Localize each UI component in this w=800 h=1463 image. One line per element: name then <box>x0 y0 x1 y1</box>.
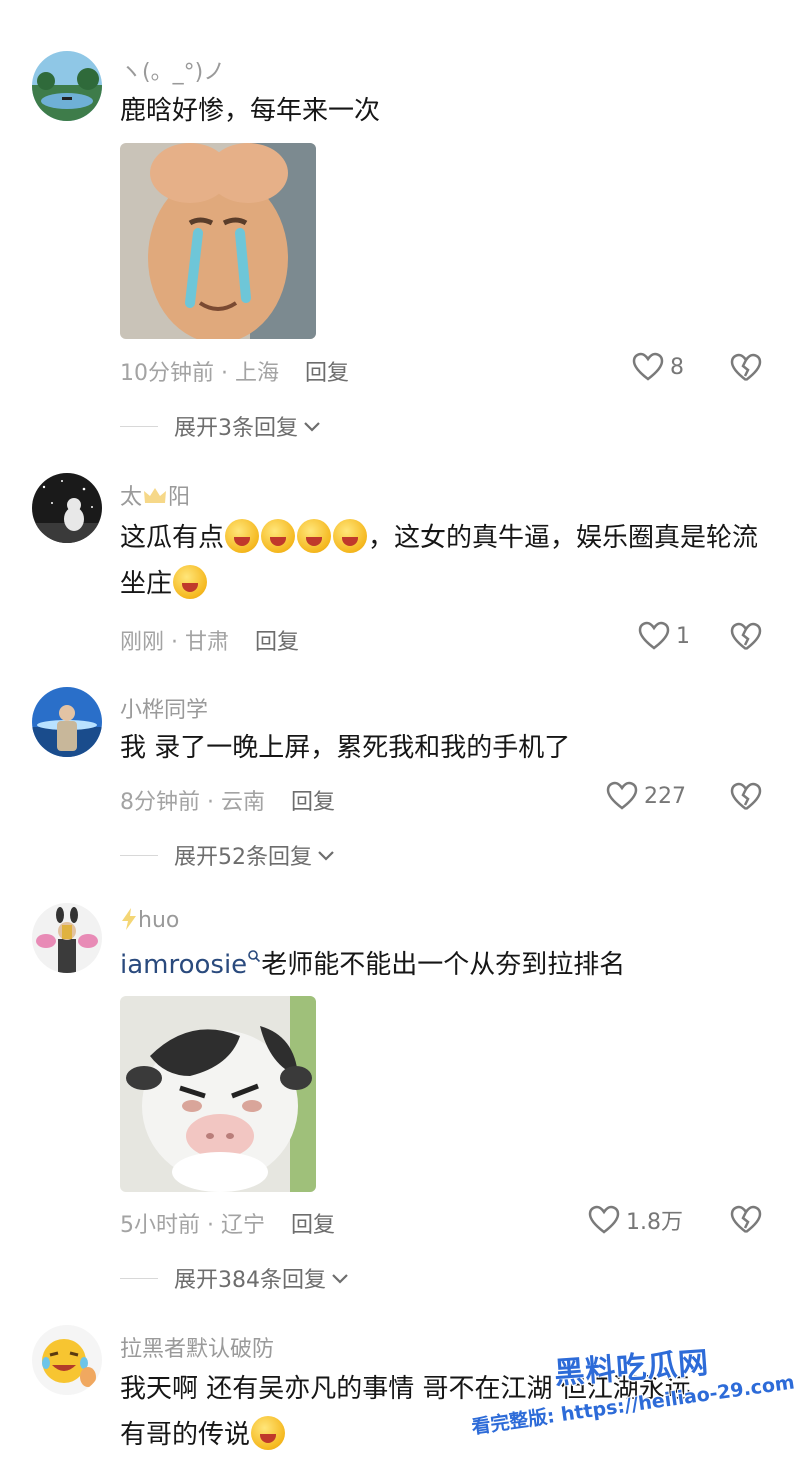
comment-text: 鹿晗好惨，每年来一次 <box>120 96 381 126</box>
username[interactable]: huo <box>120 907 179 933</box>
heart-icon <box>588 1205 620 1234</box>
avatar[interactable] <box>32 687 102 757</box>
crying-meme-sticker[interactable] <box>120 143 316 339</box>
avatar[interactable] <box>32 903 102 973</box>
expand-replies-button[interactable]: 展开52条回复 <box>120 839 336 871</box>
like-button[interactable]: 8 <box>632 352 684 382</box>
heart-icon <box>606 781 638 810</box>
reply-button[interactable]: 回复 <box>291 1213 335 1238</box>
comment-meta: 8分钟前 · 云南 回复 <box>120 784 335 816</box>
username[interactable]: ヽ(。_°)ノ <box>120 54 225 86</box>
like-button[interactable]: 1.8万 <box>588 1204 683 1236</box>
mention-link[interactable]: iamroosie <box>120 950 247 980</box>
like-count: 8 <box>670 354 684 380</box>
reply-button[interactable]: 回复 <box>255 630 299 655</box>
grumpy-cow-sticker[interactable] <box>120 996 316 1192</box>
like-button[interactable]: 1 <box>638 621 690 651</box>
expand-replies-label: 展开3条回复 <box>174 416 298 441</box>
like-button[interactable]: 227 <box>606 781 686 811</box>
comment-meta: 刚刚 · 甘肃 回复 <box>120 624 299 656</box>
like-count: 227 <box>644 783 686 809</box>
like-count: 1 <box>676 623 690 649</box>
expand-replies-button[interactable]: 展开384条回复 <box>120 1262 350 1294</box>
lightning-icon <box>122 908 136 930</box>
username[interactable]: 小桦同学 <box>120 692 208 724</box>
timestamp-location: 刚刚 · 甘肃 <box>120 630 229 655</box>
timestamp-location: 10分钟前 · 上海 <box>120 361 279 386</box>
avatar[interactable] <box>32 51 102 121</box>
comment-text: 我 录了一晚上屏，累死我和我的手机了 <box>120 733 571 763</box>
username[interactable]: 太阳 <box>120 479 190 511</box>
avatar[interactable] <box>32 1325 102 1395</box>
laugh-cry-emoji <box>173 565 208 599</box>
heart-icon <box>638 621 670 650</box>
comment-text: 我天啊 还有吴亦凡的事情 哥不在江湖 但江湖永远 有哥的传说 <box>120 1374 691 1450</box>
chevron-down-icon <box>318 851 334 861</box>
expand-replies-button[interactable]: 展开3条回复 <box>120 410 322 442</box>
expand-replies-label: 展开384条回复 <box>174 1268 326 1293</box>
divider <box>120 1277 158 1279</box>
laugh-cry-emoji <box>251 1416 286 1450</box>
broken-heart-icon[interactable] <box>730 1204 762 1236</box>
timestamp-location: 5小时前 · 辽宁 <box>120 1213 265 1238</box>
crown-icon <box>144 488 167 503</box>
divider <box>120 854 158 856</box>
search-icon <box>248 950 261 963</box>
broken-heart-icon[interactable] <box>730 352 762 384</box>
reply-button[interactable]: 回复 <box>291 790 335 815</box>
comment-text: iamroosie 老师能不能出一个从夯到拉排名 <box>120 950 626 980</box>
comment-meta: 10分钟前 · 上海 回复 <box>120 355 349 387</box>
reply-button[interactable]: 回复 <box>305 361 349 386</box>
timestamp-location: 8分钟前 · 云南 <box>120 790 265 815</box>
heart-icon <box>632 352 664 381</box>
comment-meta: 5小时前 · 辽宁 回复 <box>120 1207 335 1239</box>
username[interactable]: 拉黑者默认破防 <box>120 1331 274 1363</box>
chevron-down-icon <box>304 422 320 432</box>
expand-replies-label: 展开52条回复 <box>174 845 312 870</box>
broken-heart-icon[interactable] <box>730 781 762 813</box>
laugh-cry-emoji <box>297 519 332 553</box>
broken-heart-icon[interactable] <box>730 621 762 653</box>
chevron-down-icon <box>332 1274 348 1284</box>
laugh-cry-emoji <box>225 519 260 553</box>
avatar[interactable] <box>32 473 102 543</box>
laugh-cry-emoji <box>261 519 296 553</box>
like-count: 1.8万 <box>626 1210 683 1235</box>
laugh-cry-emoji <box>333 519 368 553</box>
divider <box>120 425 158 427</box>
comment-text: 这瓜有点 ，这女的真牛逼，娱乐圈真是轮流坐庄 <box>120 515 780 607</box>
